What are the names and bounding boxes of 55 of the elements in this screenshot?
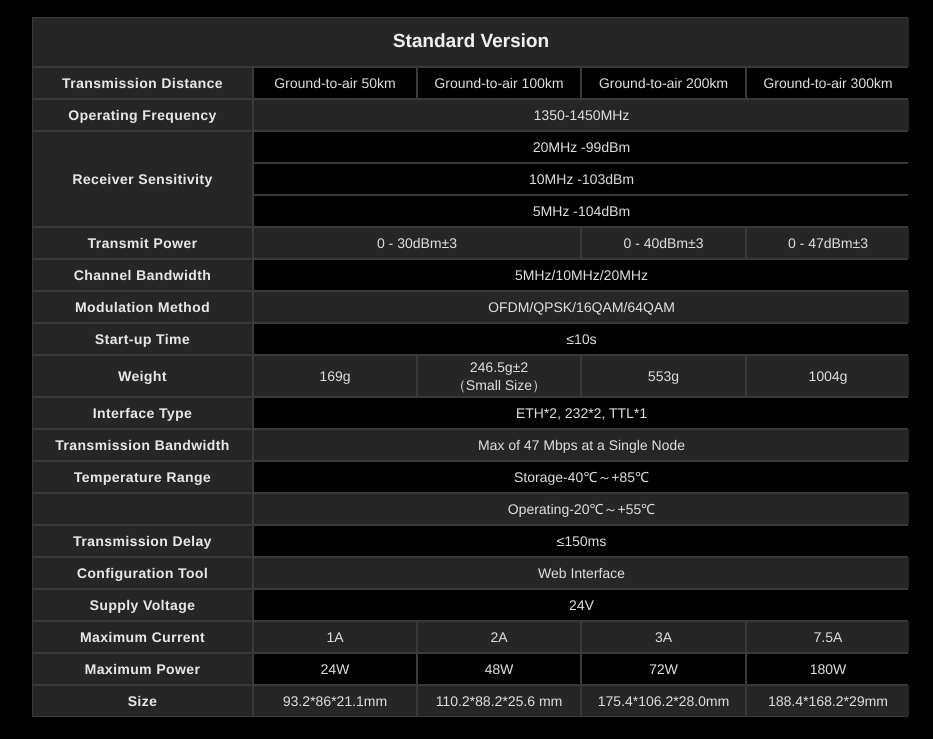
table-cell: Ground-to-air 100km (418, 68, 580, 98)
table-cell: 20MHz -99dBm (254, 132, 909, 162)
table-cell: 180W (747, 654, 909, 684)
table-cell: Web Interface (254, 558, 909, 588)
row-label: Transmission Delay (33, 526, 252, 556)
table-cell: Ground-to-air 50km (254, 68, 416, 98)
row-label: Maximum Current (33, 622, 252, 652)
table-cell: Ground-to-air 200km (582, 68, 745, 98)
table-cell: 48W (418, 654, 580, 684)
table-cell: Max of 47 Mbps at a Single Node (254, 430, 909, 460)
row-label: Start-up Time (33, 324, 252, 354)
table-cell: 169g (254, 356, 416, 396)
row-label: Temperature Range (33, 462, 252, 492)
table-cell: 246.5g±2 （Small Size） (418, 356, 580, 396)
table-cell: 24W (254, 654, 416, 684)
table-cell: 1A (254, 622, 416, 652)
table-cell: 7.5A (747, 622, 909, 652)
table-cell: 24V (254, 590, 909, 620)
row-label: Operating Frequency (33, 100, 252, 130)
row-label: Maximum Power (33, 654, 252, 684)
row-label: Configuration Tool (33, 558, 252, 588)
row-label: Channel Bandwidth (33, 260, 252, 290)
table-cell: 0 - 47dBm±3 (747, 228, 909, 258)
row-label: Weight (33, 356, 252, 396)
table-cell: 5MHz/10MHz/20MHz (254, 260, 909, 290)
table-cell: 72W (582, 654, 745, 684)
row-label: Transmission Bandwidth (33, 430, 252, 460)
table-cell: OFDM/QPSK/16QAM/64QAM (254, 292, 909, 322)
row-label: Transmission Distance (33, 68, 252, 98)
table-cell: 110.2*88.2*25.6 mm (418, 686, 580, 716)
row-label: Size (33, 686, 252, 716)
table-cell: 175.4*106.2*28.0mm (582, 686, 745, 716)
table-cell: 1004g (747, 356, 909, 396)
row-label: Modulation Method (33, 292, 252, 322)
table-cell: ≤10s (254, 324, 909, 354)
table-cell: Ground-to-air 300km (747, 68, 909, 98)
table-cell: 553g (582, 356, 745, 396)
table-cell: 93.2*86*21.1mm (254, 686, 416, 716)
table-cell: 2A (418, 622, 580, 652)
table-cell: 0 - 30dBm±3 (254, 228, 580, 258)
row-label: Supply Voltage (33, 590, 252, 620)
table-cell: 188.4*168.2*29mm (747, 686, 909, 716)
table-cell: 5MHz -104dBm (254, 196, 909, 226)
table-title: Standard Version (33, 18, 909, 66)
row-label: Transmit Power (33, 228, 252, 258)
row-label: Interface Type (33, 398, 252, 428)
table-cell: 3A (582, 622, 745, 652)
table-cell: 10MHz -103dBm (254, 164, 909, 194)
row-label: Receiver Sensitivity (33, 132, 252, 226)
table-cell: 1350-1450MHz (254, 100, 909, 130)
table-cell: ≤150ms (254, 526, 909, 556)
table-cell: 0 - 40dBm±3 (582, 228, 745, 258)
table-cell: Operating-20℃～+55℃ (254, 494, 909, 524)
table-cell: Storage-40℃～+85℃ (254, 462, 909, 492)
table-cell: ETH*2, 232*2, TTL*1 (254, 398, 909, 428)
